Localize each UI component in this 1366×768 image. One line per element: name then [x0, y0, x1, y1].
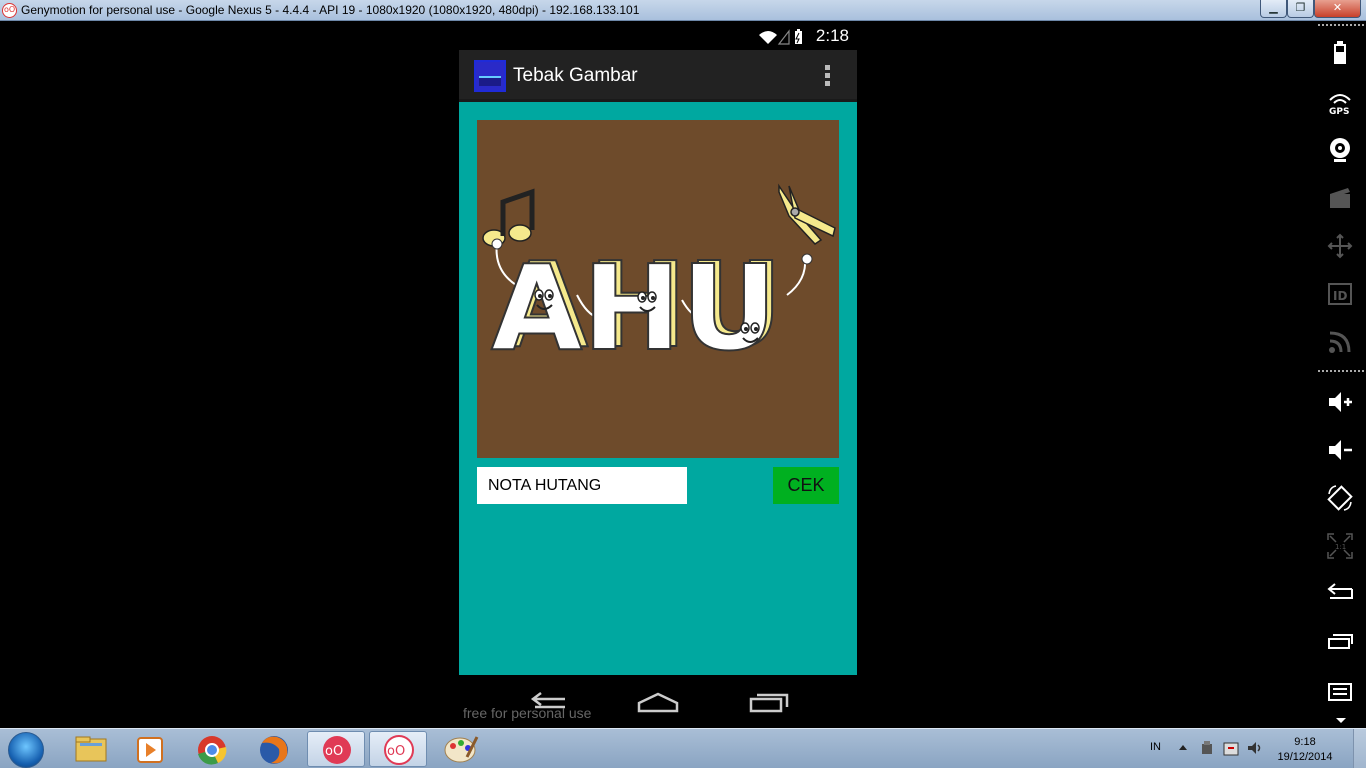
clock-time: 9:18 [1294, 736, 1316, 748]
svg-text:oO: oO [325, 744, 343, 759]
puzzle-illustration: AHU AHU [482, 183, 836, 378]
puzzle-image: AHU AHU [477, 120, 839, 458]
check-button[interactable]: CEK [773, 467, 839, 504]
device-id-icon[interactable]: ID [1326, 280, 1354, 308]
show-hidden-icons-icon[interactable] [1178, 743, 1188, 753]
pliers-icon [778, 183, 836, 245]
close-button[interactable]: ✕ [1314, 0, 1361, 18]
nav-home-icon[interactable] [637, 691, 679, 713]
svg-text:ID: ID [1333, 289, 1347, 303]
paint-task-icon[interactable] [431, 731, 489, 767]
gps-icon[interactable]: GPS [1326, 88, 1354, 116]
windows-taskbar: oO oO IN 9:18 19/12/2014 [0, 728, 1366, 768]
svg-text:GPS: GPS [1329, 107, 1349, 116]
rss-icon[interactable] [1326, 328, 1354, 356]
svg-text:1:1: 1:1 [1335, 543, 1346, 551]
maximize-button[interactable]: ❐ [1287, 0, 1314, 18]
battery-icon[interactable] [1326, 40, 1354, 68]
android-status-bar: 2:18 [459, 22, 857, 50]
app-launcher-icon[interactable] [474, 60, 506, 92]
action-center-icon[interactable] [1222, 740, 1240, 756]
show-desktop-button[interactable] [1353, 729, 1366, 768]
firefox-task-icon[interactable] [245, 731, 303, 767]
rotate-icon[interactable] [1326, 484, 1354, 512]
start-button[interactable] [8, 732, 44, 768]
volume-up-icon[interactable] [1326, 388, 1354, 416]
pixel-perfect-icon[interactable]: 1:1 [1326, 532, 1354, 560]
action-bar: Tebak Gambar [459, 50, 857, 102]
minimize-button[interactable]: ▁ [1260, 0, 1287, 18]
puzzle-letters: AHU [491, 239, 777, 377]
volume-down-icon[interactable] [1326, 436, 1354, 464]
app-title: Tebak Gambar [513, 65, 638, 86]
sidebar-divider [1318, 370, 1364, 372]
sidebar-divider [1318, 24, 1364, 26]
window-title: Genymotion for personal use - Google Nex… [21, 3, 640, 17]
back-icon[interactable] [1326, 580, 1354, 608]
media-player-task-icon[interactable] [120, 731, 178, 767]
genymotion-sidebar [1316, 22, 1366, 728]
menu-icon[interactable] [1326, 676, 1354, 704]
webcam-icon[interactable] [1326, 136, 1354, 164]
clock-date: 19/12/2014 [1277, 751, 1333, 763]
chrome-task-icon[interactable] [183, 731, 241, 767]
status-time: 2:18 [815, 26, 849, 45]
volume-icon[interactable] [1246, 740, 1264, 756]
explorer-task-icon[interactable] [62, 731, 120, 767]
clock[interactable]: 9:18 19/12/2014 [1270, 735, 1340, 765]
answer-input[interactable] [477, 467, 687, 504]
nav-recents-icon[interactable] [749, 691, 789, 713]
capture-icon[interactable] [1326, 184, 1354, 212]
recent-apps-icon[interactable] [1326, 628, 1354, 656]
desktop: Genymotion for personal use - Google Nex… [0, 0, 1366, 768]
genymotion-icon [2, 3, 17, 18]
window-title-bar[interactable]: Genymotion for personal use - Google Nex… [0, 0, 1366, 21]
genymotion-device-task-icon[interactable]: oO [369, 731, 427, 767]
scroll-down-icon[interactable] [1336, 716, 1346, 724]
personal-use-watermark: free for personal use [463, 705, 592, 721]
safely-remove-hardware-icon[interactable] [1199, 740, 1215, 756]
svg-text:oO: oO [387, 744, 405, 759]
remote-control-icon[interactable] [1326, 232, 1354, 260]
main-content: AHU AHU CEK [459, 102, 857, 675]
wifi-signal-battery-icon [759, 29, 802, 45]
language-indicator[interactable]: IN [1150, 741, 1161, 753]
genymotion-task-icon[interactable]: oO [307, 731, 365, 767]
overflow-menu-icon[interactable] [822, 65, 832, 89]
